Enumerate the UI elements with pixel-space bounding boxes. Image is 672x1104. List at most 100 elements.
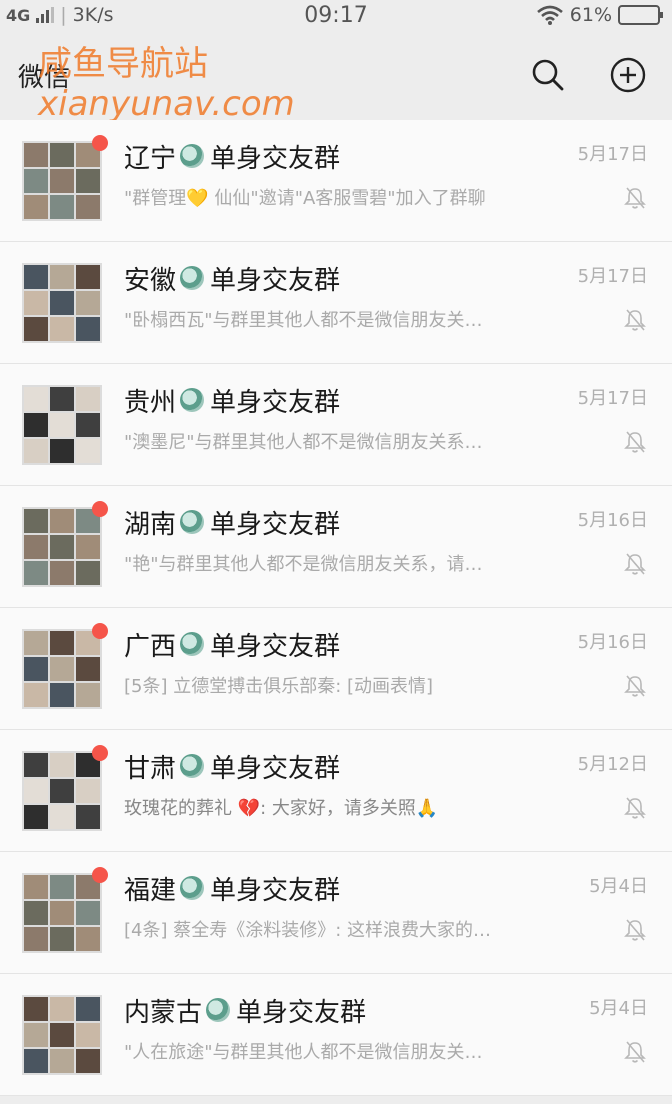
chat-name-prefix: 内蒙古 [124,997,203,1028]
signal-icon [36,7,55,23]
mute-bell-icon [624,186,646,209]
chat-name-prefix: 福建 [124,875,177,906]
unread-dot [92,134,108,151]
chat-body: 内蒙古 单身交友群 5月4日 "人在旅途"与群里其他人都不是微信朋友关… [124,974,672,1096]
mute-bell-icon [624,1040,646,1063]
wifi-icon [536,5,563,25]
group-avatar[interactable] [22,500,108,587]
chat-name: 安徽 单身交友群 [124,260,340,297]
add-button[interactable] [610,57,646,93]
globe-icon [180,266,205,290]
chat-preview: 玫瑰花的葬礼 💔: 大家好，请多关照🙏 [124,797,439,819]
chat-name: 湖南 单身交友群 [124,504,340,541]
mute-bell-icon [624,552,646,575]
chat-preview: "艳"与群里其他人都不是微信朋友关系，请… [124,553,483,575]
chat-time: 5月4日 [589,997,648,1019]
chat-item[interactable]: 甘肃 单身交友群 5月12日 玫瑰花的葬礼 💔: 大家好，请多关照🙏 [0,730,672,852]
group-avatar[interactable] [22,744,108,831]
app-header: 微信 [0,30,672,120]
status-right: 61% [536,4,663,26]
chat-body: 贵州 单身交友群 5月17日 "澳墨尼"与群里其他人都不是微信朋友关系… [124,364,672,486]
chat-preview: "人在旅途"与群里其他人都不是微信朋友关… [124,1041,483,1063]
chat-time: 5月17日 [577,387,648,409]
page-title: 微信 [18,62,71,93]
group-avatar[interactable] [22,866,108,953]
chat-time: 5月12日 [577,753,648,775]
mute-bell-icon [624,674,646,697]
group-avatar[interactable] [22,994,102,1075]
chat-body: 甘肃 单身交友群 5月12日 玫瑰花的葬礼 💔: 大家好，请多关照🙏 [124,730,672,852]
chat-item[interactable]: 贵州 单身交友群 5月17日 "澳墨尼"与群里其他人都不是微信朋友关系… [0,364,672,486]
unread-dot [92,622,108,639]
header-actions [530,57,646,93]
globe-icon [180,144,205,168]
chat-name-prefix: 辽宁 [124,143,177,174]
chat-time: 5月17日 [577,265,648,287]
status-left: 4G | 3K/s [6,4,114,26]
chat-name: 辽宁 单身交友群 [124,138,340,175]
chat-item[interactable]: 辽宁 单身交友群 5月17日 "群管理💛 仙仙"邀请"A客服雪碧"加入了群聊 [0,120,672,242]
group-avatar[interactable] [22,384,102,465]
chat-name-group: 单身交友群 [210,265,341,296]
chat-body: 安徽 单身交友群 5月17日 "卧榻西瓦"与群里其他人都不是微信朋友关… [124,242,672,364]
chat-name-group: 单身交友群 [236,997,367,1028]
chat-body: 辽宁 单身交友群 5月17日 "群管理💛 仙仙"邀请"A客服雪碧"加入了群聊 [124,120,672,242]
status-bar: 4G | 3K/s 09:17 61% [0,0,672,30]
chat-name-group: 单身交友群 [210,631,341,662]
globe-icon [180,632,205,656]
globe-icon [180,754,205,778]
mute-bell-icon [624,796,646,819]
chat-name: 甘肃 单身交友群 [124,748,340,785]
globe-icon [180,876,205,900]
wechat-screen: 4G | 3K/s 09:17 61% 微信 咸鱼导航站 xianyunav.c… [0,0,672,1104]
unread-dot [92,500,108,517]
mute-bell-icon [624,918,646,941]
chat-name-group: 单身交友群 [210,875,341,906]
chat-name: 内蒙古 单身交友群 [124,992,366,1029]
chat-name-prefix: 甘肃 [124,753,177,784]
mute-bell-icon [624,308,646,331]
chat-item[interactable]: 内蒙古 单身交友群 5月4日 "人在旅途"与群里其他人都不是微信朋友关… [0,974,672,1096]
search-button[interactable] [530,57,566,93]
chat-name-group: 单身交友群 [210,387,341,418]
chat-name: 贵州 单身交友群 [124,382,340,419]
chat-name-group: 单身交友群 [210,509,341,540]
chat-body: 湖南 单身交友群 5月16日 "艳"与群里其他人都不是微信朋友关系，请… [124,486,672,608]
chat-time: 5月16日 [577,509,648,531]
chat-preview: "澳墨尼"与群里其他人都不是微信朋友关系… [124,431,483,453]
globe-icon [206,998,231,1022]
chat-body: 福建 单身交友群 5月4日 [4条] 蔡全寿《涂料装修》: 这样浪费大家的… [124,852,672,974]
chat-item[interactable]: 福建 单身交友群 5月4日 [4条] 蔡全寿《涂料装修》: 这样浪费大家的… [0,852,672,974]
chat-name: 广西 单身交友群 [124,626,340,663]
unread-dot [92,866,108,883]
chat-preview: "群管理💛 仙仙"邀请"A客服雪碧"加入了群聊 [124,187,486,209]
chat-time: 5月16日 [577,631,648,653]
chat-name-prefix: 贵州 [124,387,177,418]
chat-time: 5月4日 [589,875,648,897]
group-avatar[interactable] [22,134,108,221]
battery-icon [618,5,663,25]
battery-percent: 61% [569,4,612,26]
globe-icon [180,510,205,534]
chat-item[interactable]: 广西 单身交友群 5月16日 [5条] 立德堂搏击俱乐部秦: [动画表情] [0,608,672,730]
network-speed: 3K/s [72,4,114,26]
unread-dot [92,744,108,761]
chat-time: 5月17日 [577,143,648,165]
chat-name-prefix: 广西 [124,631,177,662]
chat-list: 辽宁 单身交友群 5月17日 "群管理💛 仙仙"邀请"A客服雪碧"加入了群聊 安… [0,120,672,1096]
status-separator: | [60,4,67,26]
chat-item[interactable]: 湖南 单身交友群 5月16日 "艳"与群里其他人都不是微信朋友关系，请… [0,486,672,608]
group-avatar[interactable] [22,622,108,709]
chat-name: 福建 单身交友群 [124,870,340,907]
globe-icon [180,388,205,412]
network-type: 4G [6,5,31,25]
chat-name-prefix: 安徽 [124,265,177,296]
chat-name-prefix: 湖南 [124,509,177,540]
mute-bell-icon [624,430,646,453]
chat-body: 广西 单身交友群 5月16日 [5条] 立德堂搏击俱乐部秦: [动画表情] [124,608,672,730]
plus-circle-icon [610,57,646,93]
group-avatar[interactable] [22,262,102,343]
chat-preview: "卧榻西瓦"与群里其他人都不是微信朋友关… [124,309,483,331]
chat-name-group: 单身交友群 [210,143,341,174]
chat-item[interactable]: 安徽 单身交友群 5月17日 "卧榻西瓦"与群里其他人都不是微信朋友关… [0,242,672,364]
